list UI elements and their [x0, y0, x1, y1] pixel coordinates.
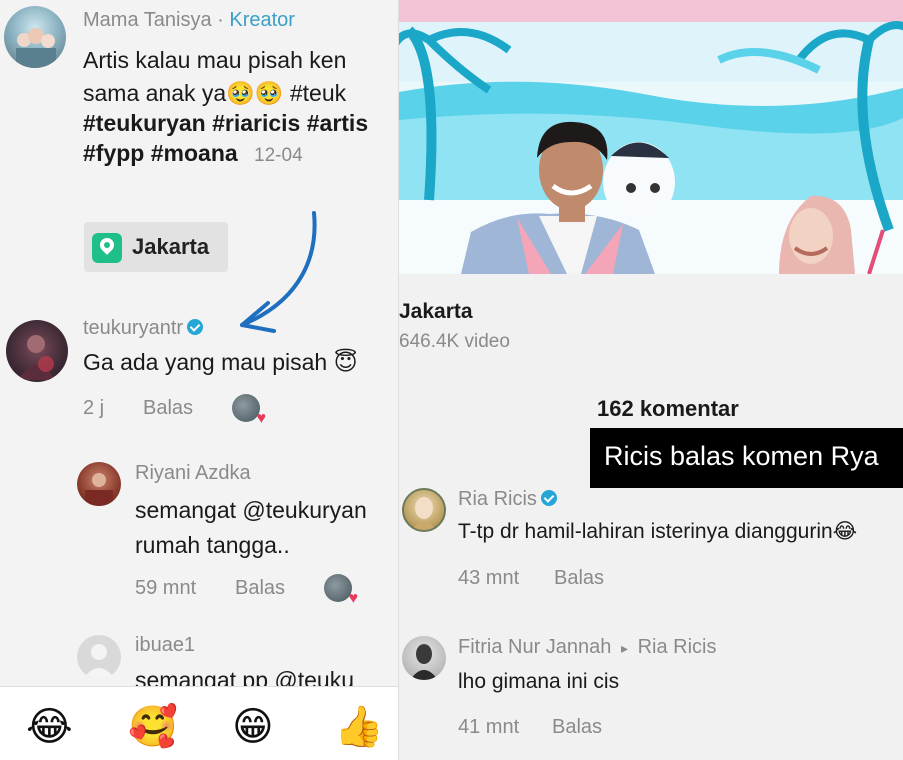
reply-author-line: Fitria Nur Jannah ▸ Ria Ricis	[458, 636, 716, 659]
comment-avatar-ibuae1[interactable]	[77, 635, 121, 679]
verified-icon	[540, 490, 557, 506]
post-author-avatar[interactable]	[4, 6, 66, 68]
reply-text: lho gimana ini cis	[458, 670, 620, 693]
comment-author-name[interactable]: Ria Ricis	[458, 488, 537, 510]
location-label: Jakarta	[132, 234, 210, 259]
location-chip[interactable]: Jakarta	[84, 222, 228, 272]
default-avatar-icon	[83, 644, 115, 679]
avatar-photo-icon	[16, 28, 56, 68]
location-video-count: 646.4K video	[399, 331, 510, 352]
reply-author-name[interactable]: Riyani Azdka	[135, 462, 251, 485]
comment-author-line: teukuryantr	[83, 317, 204, 340]
post-hashtags[interactable]: #fypp #moana	[83, 140, 238, 166]
location-pin-icon	[92, 233, 122, 263]
love-emoji-button[interactable]: 🥰	[128, 705, 178, 749]
location-hero-image[interactable]	[399, 0, 903, 274]
comment-author-line: Ria Ricis	[458, 488, 557, 511]
grin-emoji-button[interactable]: 😁	[232, 705, 274, 749]
reply-button[interactable]: Balas	[235, 577, 285, 600]
comment-avatar-ria-ricis[interactable]	[402, 488, 446, 532]
post-caption-line-3[interactable]: #teukuryan #riaricis #artis	[83, 107, 368, 140]
comment-time: 2 j	[83, 397, 105, 419]
video-caption-overlay: Ricis balas komen Rya	[590, 428, 903, 488]
post-author-name[interactable]: Mama Tanisya	[83, 9, 212, 31]
post-date: 12-04	[254, 145, 303, 166]
comment-avatar-fitria[interactable]	[402, 636, 446, 680]
like-avatar-icon	[324, 574, 358, 608]
author-separator: ·	[211, 9, 230, 31]
avatar-photo-icon	[412, 497, 436, 530]
reply-button[interactable]: Balas	[143, 397, 193, 420]
comment-time: 43 mnt	[458, 567, 520, 589]
reply-to-name[interactable]: Ria Ricis	[638, 636, 717, 658]
creator-badge: Kreator	[229, 9, 295, 31]
post-caption-line-1: Artis kalau mau pisah ken	[83, 47, 347, 73]
reply-time: 59 mnt	[135, 577, 197, 599]
verified-icon	[187, 319, 204, 335]
post-author-line: Mama Tanisya · Kreator	[83, 9, 295, 32]
post-caption-line-4: #fypp #moana 12-04	[83, 137, 303, 172]
post-caption-line-2: sama anak ya🥹🥹 #teuk	[83, 80, 347, 106]
reply-button[interactable]: Balas	[552, 716, 602, 739]
reply-text-line-1: semangat @teukuryan	[135, 497, 367, 523]
caption-text: Ricis balas komen Rya	[604, 441, 879, 471]
laugh-emoji-button[interactable]: 😂	[26, 705, 73, 749]
reply-author-name[interactable]: ibuae1	[135, 634, 195, 657]
comment-author-name[interactable]: teukuryantr	[83, 317, 183, 339]
avatar-photo-icon	[410, 644, 438, 680]
comment-text: T-tp dr hamil-lahiran isterinya dianggur…	[458, 520, 858, 543]
right-screenshot-panel: Jakarta 646.4K video 162 komentar Ricis …	[399, 0, 903, 760]
comment-avatar-riyani[interactable]	[77, 462, 121, 506]
reply-to-arrow-icon: ▸	[620, 640, 628, 656]
comment-count-heading: 162 komentar	[597, 396, 739, 421]
reply-text-line-2: rumah tangga..	[135, 532, 290, 558]
like-avatar-icon	[232, 394, 266, 428]
hero-illustration-icon	[399, 0, 903, 274]
reply-author-name[interactable]: Fitria Nur Jannah	[458, 636, 611, 658]
left-screenshot-panel: Mama Tanisya · Kreator Artis kalau mau p…	[0, 0, 398, 760]
avatar-photo-icon	[18, 335, 56, 380]
reply-time: 41 mnt	[458, 716, 520, 738]
annotation-arrow-icon	[240, 211, 317, 333]
location-title: Jakarta	[399, 300, 473, 323]
comment-text: Ga ada yang mau pisah 😇	[83, 349, 358, 375]
emoji-quick-bar: 😂 🥰 😁 👍	[0, 686, 398, 760]
comment-avatar-teukuryantr[interactable]	[6, 320, 68, 382]
avatar-photo-icon	[85, 473, 113, 506]
reply-button[interactable]: Balas	[554, 567, 604, 590]
thumbs-up-emoji-button[interactable]: 👍	[334, 705, 384, 749]
